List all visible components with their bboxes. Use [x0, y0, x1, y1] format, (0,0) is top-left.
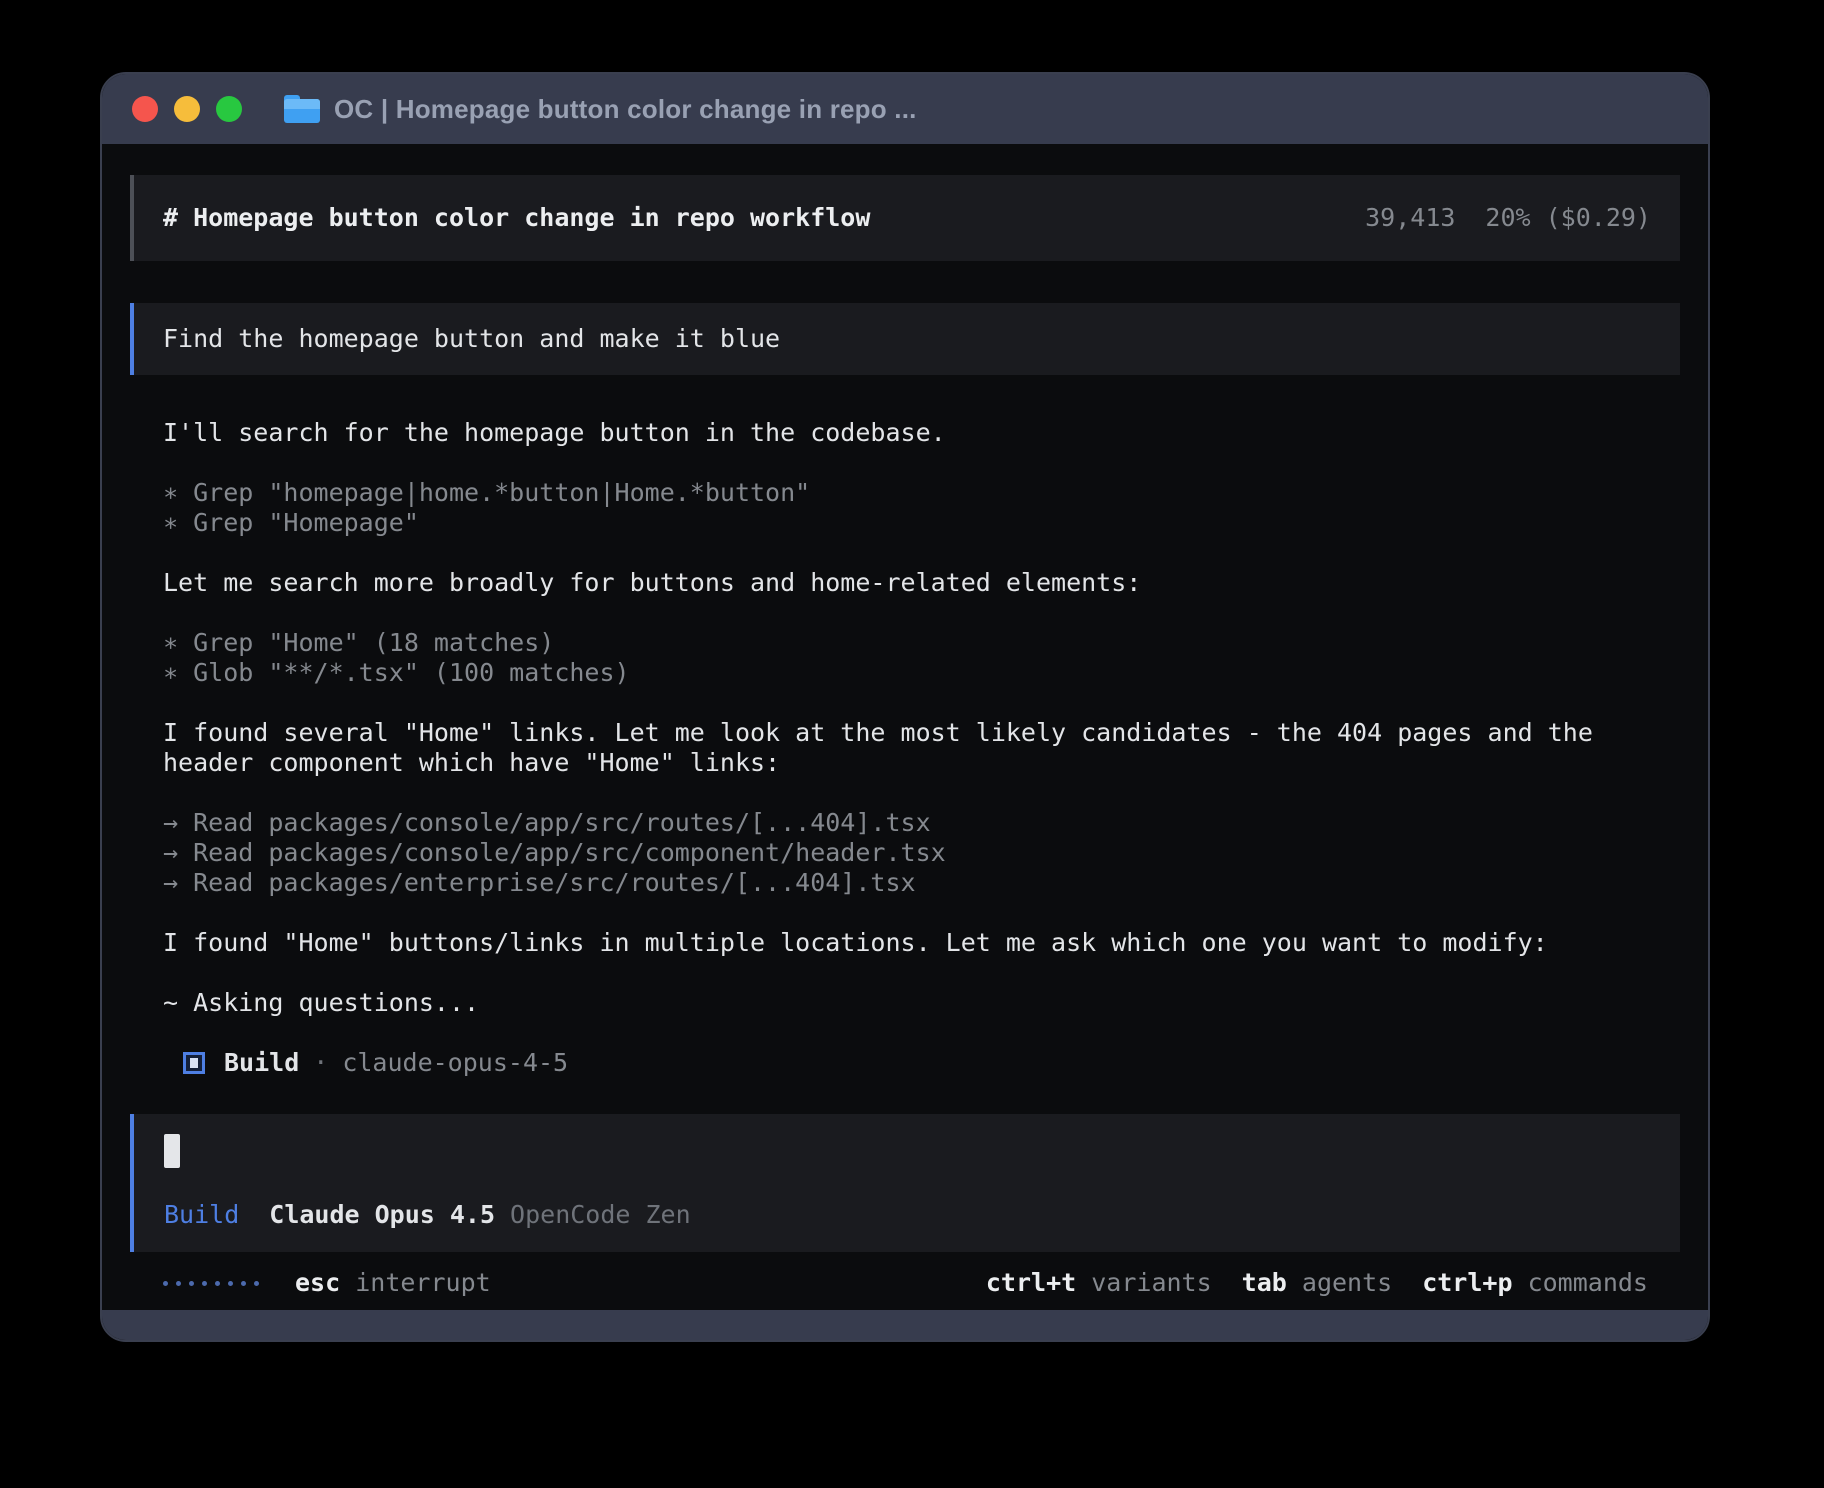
folder-icon [284, 95, 320, 123]
terminal-window: OC | Homepage button color change in rep… [100, 72, 1710, 1342]
close-button[interactable] [132, 96, 158, 122]
spinner-dot [215, 1281, 220, 1286]
assistant-text: I'll search for the homepage button in t… [163, 418, 1648, 448]
hint-key: ctrl+t [986, 1268, 1076, 1297]
tool-call-group: ∗ Grep "Home" (18 matches)∗ Glob "**/*.t… [163, 628, 1648, 688]
hint-variants: ctrl+t variants [986, 1268, 1212, 1298]
hint-key: ctrl+p [1422, 1268, 1512, 1297]
zoom-button[interactable] [216, 96, 242, 122]
spinner-dots [163, 1281, 259, 1286]
title-bar: OC | Homepage button color change in rep… [102, 74, 1708, 144]
assistant-text: ~ Asking questions... [163, 988, 1648, 1018]
session-title: # Homepage button color change in repo w… [163, 203, 870, 233]
minimize-button[interactable] [174, 96, 200, 122]
hint-label: commands [1528, 1268, 1648, 1297]
spinner-dot [189, 1281, 194, 1286]
hint-label: variants [1091, 1268, 1211, 1297]
session-header: # Homepage button color change in repo w… [130, 175, 1680, 261]
spinner-dot [176, 1281, 181, 1286]
build-agent-icon [183, 1052, 205, 1074]
tool-call-group: ∗ Grep "homepage|home.*button|Home.*butt… [163, 478, 1648, 538]
text-cursor [164, 1134, 180, 1168]
context-usage: 20% ($0.29) [1485, 203, 1651, 233]
status-bar: esc interrupt ctrl+t variants tab agents… [163, 1268, 1648, 1298]
agent-name: Build [224, 1048, 299, 1078]
token-count: 39,413 [1365, 203, 1455, 233]
spinner-dot [163, 1281, 168, 1286]
status-bar-left: esc interrupt [163, 1268, 491, 1298]
hint-key: tab [1242, 1268, 1287, 1297]
status-bar-right: ctrl+t variants tab agents ctrl+p comman… [986, 1268, 1648, 1298]
user-message: Find the homepage button and make it blu… [130, 303, 1680, 375]
input-status-row: Build Claude Opus 4.5 OpenCode Zen [164, 1200, 1650, 1230]
input-model-label: Claude Opus 4.5 [269, 1200, 495, 1230]
spinner-dot [202, 1281, 207, 1286]
terminal-content: # Homepage button color change in repo w… [102, 144, 1708, 1310]
tool-call-group: → Read packages/console/app/src/routes/[… [163, 808, 1648, 898]
assistant-text: Let me search more broadly for buttons a… [163, 568, 1648, 598]
separator-dot: · [313, 1048, 328, 1078]
tool-call: ∗ Grep "homepage|home.*button|Home.*butt… [163, 478, 1648, 508]
tool-call: ∗ Grep "Homepage" [163, 508, 1648, 538]
hint-key: esc [295, 1268, 340, 1297]
tool-call: ∗ Grep "Home" (18 matches) [163, 628, 1648, 658]
session-stats: 39,413 20% ($0.29) [1365, 203, 1651, 233]
spinner-dot [228, 1281, 233, 1286]
input-agent-label: Build [164, 1200, 239, 1230]
prompt-input[interactable]: Build Claude Opus 4.5 OpenCode Zen [130, 1114, 1680, 1252]
window-title: OC | Homepage button color change in rep… [334, 94, 917, 125]
agent-status-line: Build · claude-opus-4-5 [163, 1048, 1648, 1078]
transcript: I'll search for the homepage button in t… [163, 418, 1648, 1048]
spinner-dot [254, 1281, 259, 1286]
traffic-lights [132, 96, 242, 122]
input-provider-label: OpenCode Zen [510, 1200, 691, 1230]
hint-interrupt: esc interrupt [295, 1268, 491, 1298]
agent-model: claude-opus-4-5 [342, 1048, 568, 1078]
hint-label: interrupt [355, 1268, 490, 1297]
assistant-text: I found "Home" buttons/links in multiple… [163, 928, 1648, 958]
tool-call: → Read packages/console/app/src/componen… [163, 838, 1648, 868]
spinner-dot [241, 1281, 246, 1286]
hint-agents: tab agents [1242, 1268, 1393, 1298]
window-bottom-chrome [102, 1310, 1708, 1340]
tool-call: → Read packages/enterprise/src/routes/[.… [163, 868, 1648, 898]
assistant-text: I found several "Home" links. Let me loo… [163, 718, 1648, 778]
hint-commands: ctrl+p commands [1422, 1268, 1648, 1298]
tool-call: ∗ Glob "**/*.tsx" (100 matches) [163, 658, 1648, 688]
tool-call: → Read packages/console/app/src/routes/[… [163, 808, 1648, 838]
hint-label: agents [1302, 1268, 1392, 1297]
